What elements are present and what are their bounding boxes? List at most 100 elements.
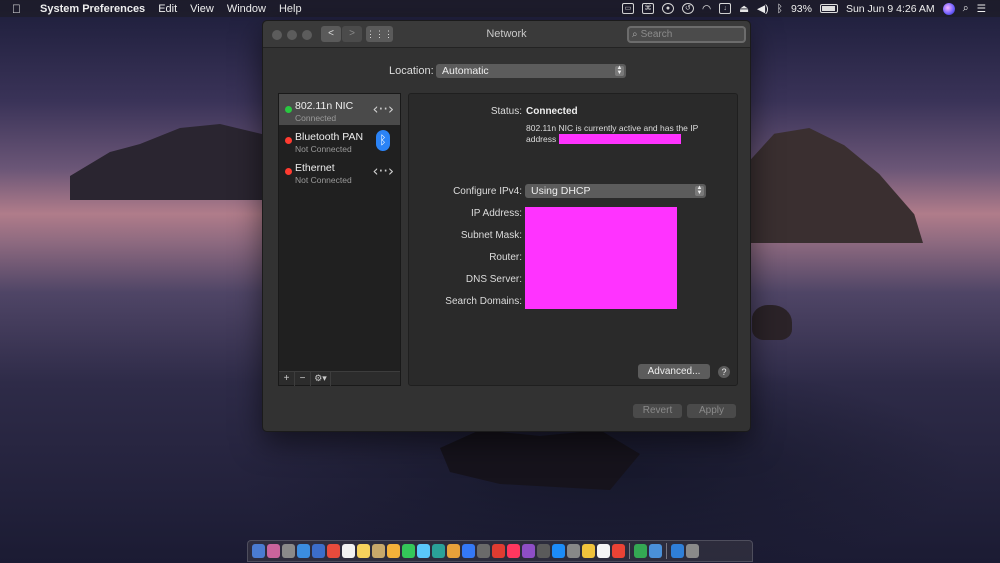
location-select[interactable]: Automatic ▲ ▼ [436, 64, 626, 78]
apple-menu-icon[interactable]:  [12, 2, 26, 16]
dock-app-icon[interactable] [522, 544, 535, 558]
menu-edit[interactable]: Edit [158, 3, 177, 15]
apply-button[interactable]: Apply [687, 404, 736, 418]
ip-address-label: IP Address: [471, 208, 522, 219]
dock-separator [629, 543, 630, 559]
dock [247, 540, 753, 562]
dock-app-icon[interactable] [327, 544, 340, 558]
bluetooth-icon: ᛒ [376, 130, 390, 151]
service-item-802-11n-nic[interactable]: 802.11n NIC Connected ‹··› [279, 94, 400, 125]
ethernet-arrows-icon: ‹··› [372, 162, 394, 180]
location-value: Automatic [442, 65, 489, 77]
location-label: Location: [389, 65, 434, 77]
wallpaper-rock [752, 305, 792, 340]
service-detail-panel: Status: Connected 802.11n NIC is current… [408, 93, 738, 386]
dock-app-icon[interactable] [312, 544, 325, 558]
dock-app-icon[interactable] [537, 544, 550, 558]
dock-app-icon[interactable] [432, 544, 445, 558]
eject-icon[interactable]: ⏏ [739, 3, 749, 15]
service-name: Ethernet [295, 162, 335, 174]
command-icon[interactable]: ⌘ [641, 3, 654, 14]
search-domains-label: Search Domains: [445, 296, 522, 307]
select-arrows-icon: ▲ ▼ [615, 65, 624, 76]
dock-separator [666, 543, 667, 559]
status-area: ▭ ⌘ ● ↺ ◠ ↓ ⏏ ◀) ᛒ 93% Sun Jun 9 4:26 AM… [621, 0, 986, 17]
service-name: Bluetooth PAN [295, 131, 364, 143]
dock-app-icon[interactable] [357, 544, 370, 558]
dock-app-icon[interactable] [649, 544, 662, 558]
service-list-toolbar: + − ⚙▾ [279, 371, 400, 386]
menu-window[interactable]: Window [227, 3, 266, 15]
help-button[interactable]: ? [718, 366, 730, 378]
configure-ipv4-value: Using DHCP [531, 185, 591, 197]
configure-ipv4-select[interactable]: Using DHCP ▲ ▼ [525, 184, 706, 198]
bluetooth-icon[interactable]: ᛒ [777, 3, 783, 15]
redacted-ip-address [559, 134, 681, 144]
service-status: Connected [295, 113, 337, 123]
time-machine-icon[interactable]: ↺ [681, 3, 694, 14]
dock-app-icon[interactable] [671, 544, 684, 558]
volume-icon[interactable]: ◀) [757, 3, 769, 15]
dock-app-icon[interactable] [387, 544, 400, 558]
advanced-button[interactable]: Advanced... [638, 364, 710, 379]
dock-app-icon[interactable] [477, 544, 490, 558]
dock-app-icon[interactable] [597, 544, 610, 558]
dock-app-icon[interactable] [267, 544, 280, 558]
service-list: 802.11n NIC Connected ‹··› Bluetooth PAN… [278, 93, 401, 386]
dock-app-icon[interactable] [342, 544, 355, 558]
app-menu[interactable]: System Preferences [40, 3, 145, 15]
menu-view[interactable]: View [190, 3, 214, 15]
router-label: Router: [489, 252, 522, 263]
dock-app-icon[interactable] [447, 544, 460, 558]
ethernet-arrows-icon: ‹··› [372, 100, 394, 118]
select-arrows-icon: ▲ ▼ [695, 185, 704, 196]
status-dot-green [285, 106, 292, 113]
network-preferences-window: < > ⋮⋮⋮ Network ⌕ Location: Automatic ▲▼… [262, 20, 751, 432]
remove-service-button[interactable]: − [295, 371, 311, 386]
lock-icon[interactable]: ● [661, 3, 674, 14]
revert-button[interactable]: Revert [633, 404, 682, 418]
dock-app-icon[interactable] [634, 544, 647, 558]
configure-ipv4-label: Configure IPv4: [453, 186, 522, 197]
dock-app-icon[interactable] [462, 544, 475, 558]
status-value: Connected [526, 106, 578, 117]
dock-app-icon[interactable] [552, 544, 565, 558]
search-input[interactable] [640, 29, 736, 40]
title-bar: < > ⋮⋮⋮ Network ⌕ [263, 21, 750, 48]
service-item-bluetooth-pan[interactable]: Bluetooth PAN Not Connected ᛒ [279, 125, 400, 156]
dock-app-icon[interactable] [612, 544, 625, 558]
dock-app-icon[interactable] [372, 544, 385, 558]
service-name: 802.11n NIC [295, 100, 354, 112]
add-service-button[interactable]: + [279, 371, 295, 386]
wallpaper-island-bottom [440, 430, 640, 490]
dock-app-icon[interactable] [417, 544, 430, 558]
gear-icon[interactable]: ⚙▾ [311, 371, 331, 386]
wifi-icon[interactable]: ◠ [702, 3, 711, 15]
dock-app-icon[interactable] [282, 544, 295, 558]
dock-app-icon[interactable] [582, 544, 595, 558]
redacted-network-values [525, 207, 677, 309]
dock-app-icon[interactable] [402, 544, 415, 558]
spotlight-search-icon[interactable]: ⌕ [963, 2, 969, 15]
dock-app-icon[interactable] [492, 544, 505, 558]
dock-app-icon[interactable] [686, 544, 699, 558]
dock-app-icon[interactable] [297, 544, 310, 558]
battery-percent[interactable]: 93% [791, 3, 812, 15]
menu-help[interactable]: Help [279, 3, 302, 15]
dns-server-label: DNS Server: [465, 274, 522, 285]
subnet-mask-label: Subnet Mask: [460, 230, 522, 241]
search-icon: ⌕ [632, 29, 638, 40]
battery-icon[interactable] [819, 4, 838, 13]
notification-center-icon[interactable]: ☰ [977, 3, 986, 15]
service-item-ethernet[interactable]: Ethernet Not Connected ‹··› [279, 156, 400, 187]
dock-app-icon[interactable] [567, 544, 580, 558]
screen-mirroring-icon[interactable]: ▭ [621, 3, 634, 14]
dock-app-icon[interactable] [252, 544, 265, 558]
siri-icon[interactable] [942, 2, 955, 15]
wallpaper-island-right [748, 128, 923, 243]
input-icon[interactable]: ↓ [719, 3, 732, 14]
search-field-container[interactable]: ⌕ [627, 26, 746, 43]
dock-app-icon[interactable] [507, 544, 520, 558]
service-status: Not Connected [295, 175, 352, 185]
clock[interactable]: Sun Jun 9 4:26 AM [846, 3, 935, 15]
